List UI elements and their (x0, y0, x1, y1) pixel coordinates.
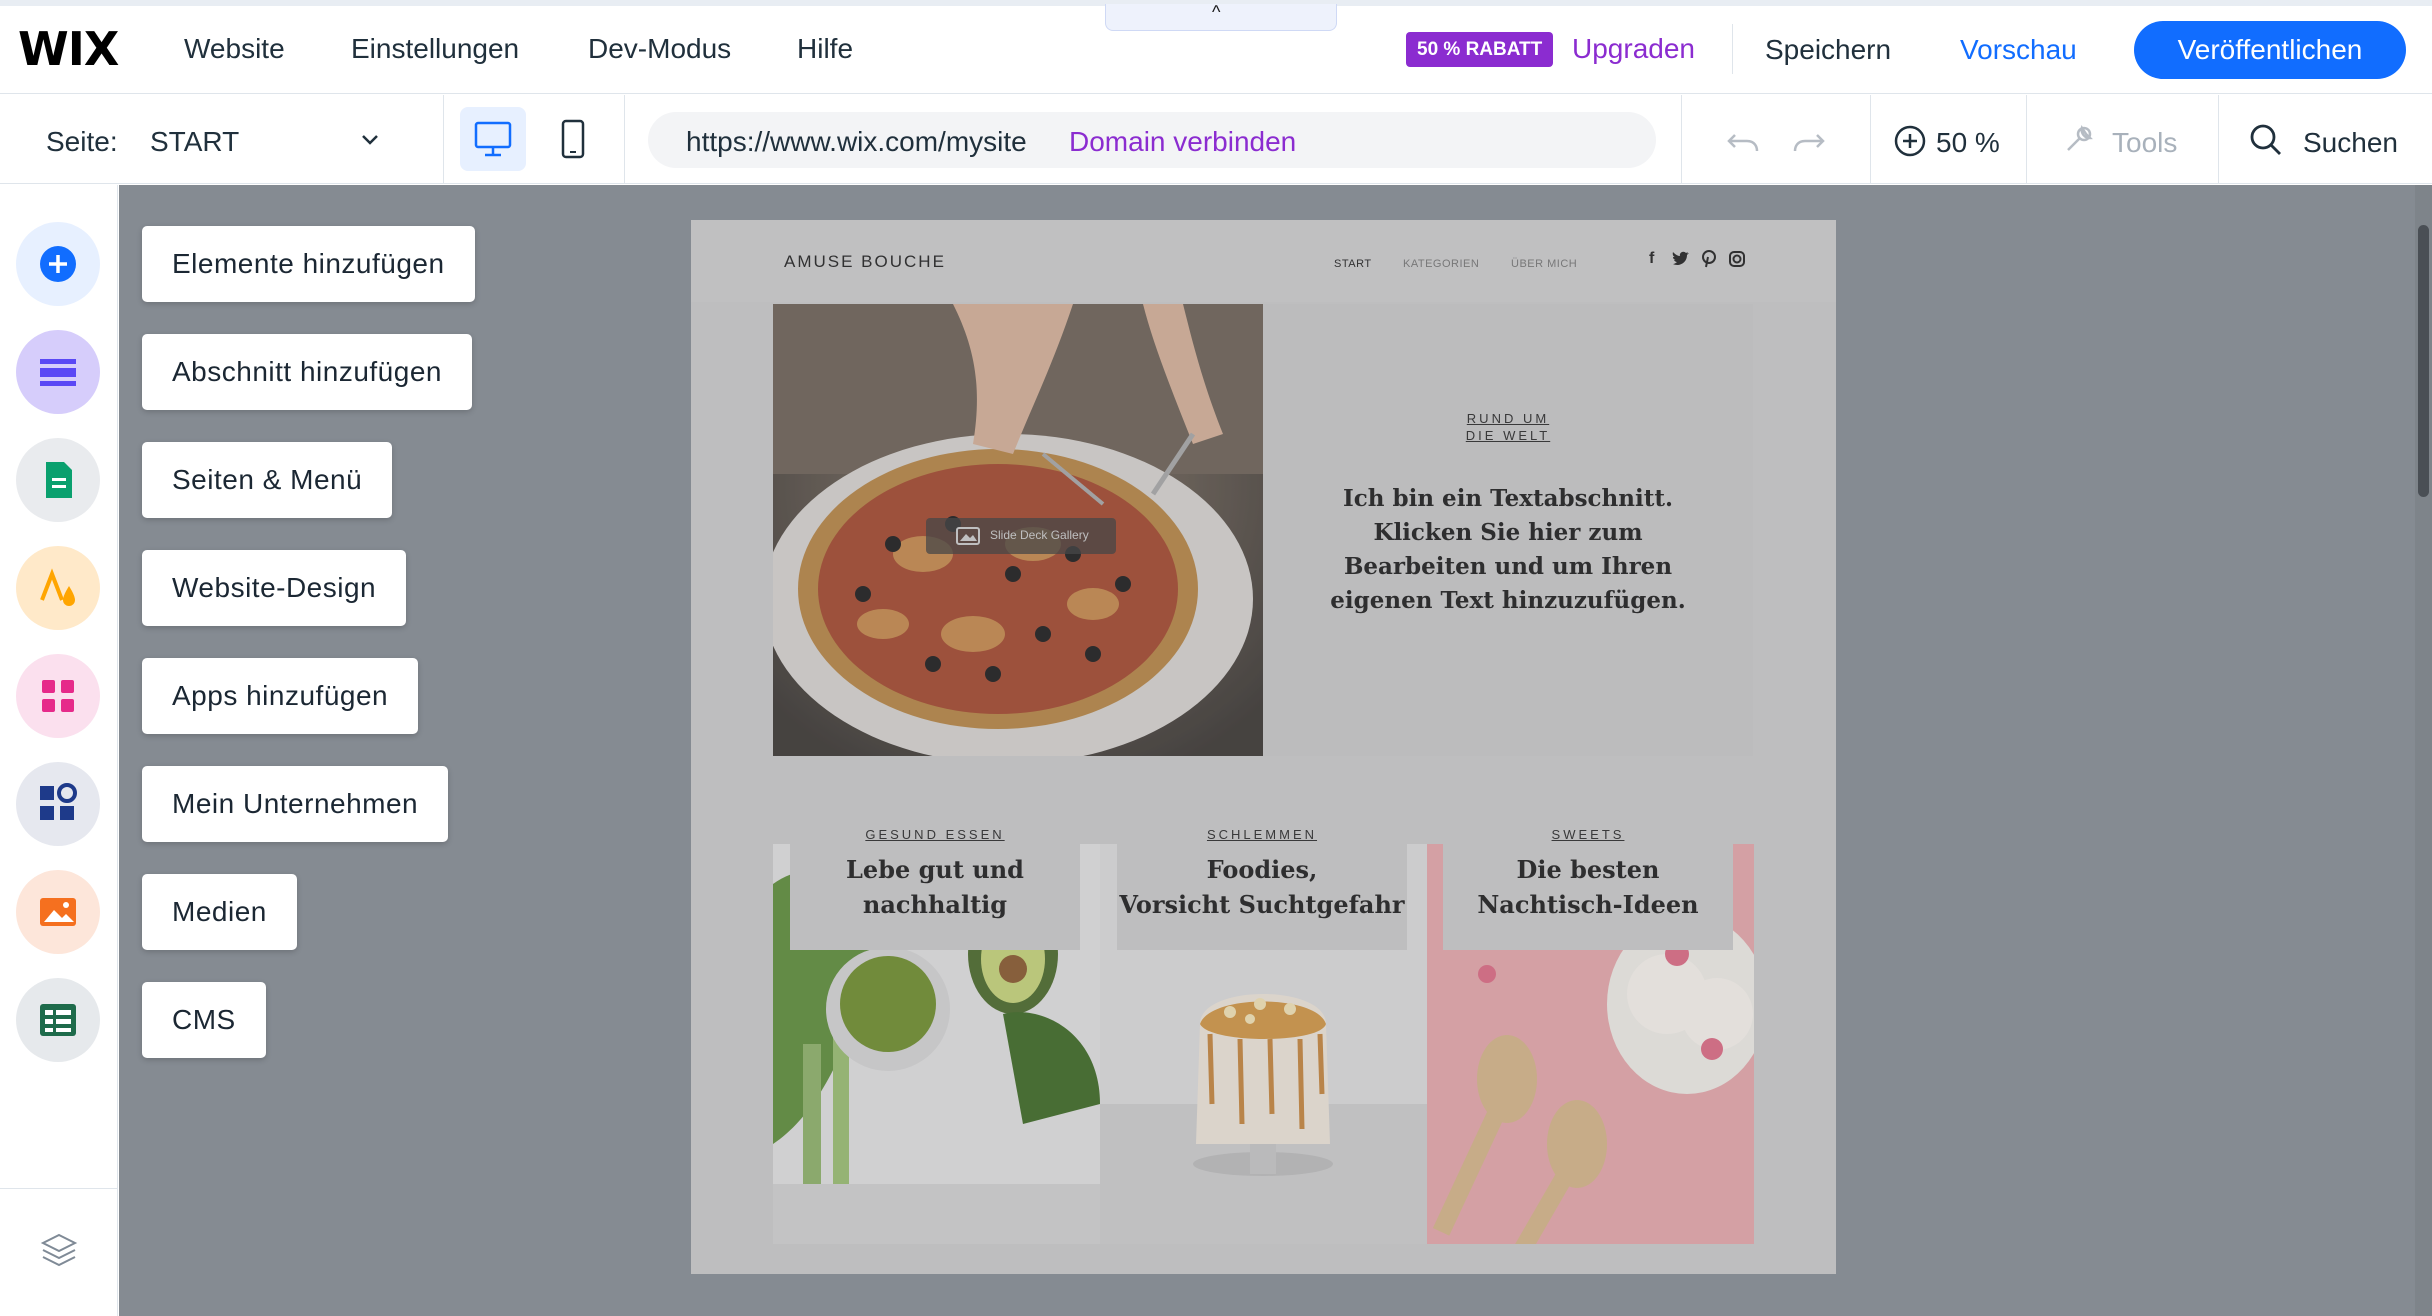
menu-website[interactable]: Website (184, 33, 285, 65)
card-healthy-eyebrow[interactable]: GESUND ESSEN (790, 827, 1080, 842)
menu-dev-mode[interactable]: Dev-Modus (588, 33, 731, 65)
twitter-icon[interactable] (1672, 251, 1690, 267)
top-bar: WIX Website Einstellungen Dev-Modus Hilf… (0, 0, 2432, 94)
card-feast-title-2[interactable]: Vorsicht Suchtgefahr (1117, 887, 1407, 922)
gallery-tag-label: Slide Deck Gallery (990, 528, 1089, 542)
divider (1681, 95, 1682, 184)
add-apps-button[interactable] (16, 654, 100, 738)
hero-eyebrow-line1[interactable]: RUND UM (1263, 411, 1753, 426)
url-bar[interactable]: https://www.wix.com/mysite Domain verbin… (648, 112, 1656, 168)
connect-domain-link[interactable]: Domain verbinden (1069, 126, 1296, 158)
divider (1732, 24, 1733, 74)
pages-menu-pill[interactable]: Seiten & Menü (142, 442, 393, 518)
add-apps-pill[interactable]: Apps hinzufügen (142, 658, 419, 734)
card-healthy-label[interactable]: GESUND ESSEN Lebe gut und nachhaltig (790, 802, 1080, 950)
site-nav-about[interactable]: ÜBER MICH (1511, 258, 1577, 270)
chevron-up-icon: ^ (1212, 2, 1221, 22)
site-url: https://www.wix.com/mysite (686, 126, 1027, 157)
wrench-icon[interactable] (2060, 122, 2096, 158)
redo-icon[interactable] (1789, 123, 1827, 157)
desktop-view-button[interactable] (460, 107, 526, 171)
plus-icon (40, 246, 76, 282)
chevron-down-icon[interactable] (355, 125, 385, 155)
card-sweets-title-2[interactable]: Nachtisch-Ideen (1443, 887, 1733, 922)
menu-settings[interactable]: Einstellungen (351, 33, 519, 65)
layers-panel-toggle[interactable] (0, 1188, 118, 1316)
card-feast-title-1[interactable]: Foodies, (1117, 852, 1407, 887)
divider (1870, 95, 1871, 184)
preview-button[interactable]: Vorschau (1960, 34, 2077, 66)
scrollbar-thumb[interactable] (2418, 225, 2429, 497)
upgrade-link[interactable]: Upgraden (1572, 33, 1695, 65)
desktop-icon (474, 121, 512, 157)
facebook-icon[interactable]: f (1649, 250, 1654, 268)
wix-logo[interactable]: WIX (18, 22, 119, 76)
my-business-button[interactable] (16, 762, 100, 846)
discount-badge[interactable]: 50 % RABATT (1406, 32, 1554, 67)
media-icon (40, 898, 76, 926)
pages-menu-button[interactable] (16, 438, 100, 522)
media-button[interactable] (16, 870, 100, 954)
site-nav-start[interactable]: START (1334, 258, 1372, 270)
card-sweets-title-1[interactable]: Die besten (1443, 852, 1733, 887)
instagram-icon[interactable] (1728, 250, 1746, 268)
hero-text-block[interactable]: RUND UM DIE WELT Ich bin ein Textabschni… (1263, 304, 1753, 756)
search-icon[interactable] (2248, 122, 2284, 158)
search-button[interactable]: Suchen (2303, 127, 2398, 159)
apps-icon (42, 680, 74, 712)
site-brand[interactable]: AMUSE BOUCHE (784, 252, 946, 272)
card-feast-label[interactable]: SCHLEMMEN Foodies, Vorsicht Suchtgefahr (1117, 802, 1407, 950)
hero-pizza-image[interactable]: Slide Deck Gallery (773, 304, 1263, 756)
add-section-button[interactable] (16, 330, 100, 414)
save-button[interactable]: Speichern (1765, 34, 1891, 66)
page-icon (46, 462, 72, 498)
divider (2026, 95, 2027, 184)
left-sidebar (0, 185, 118, 1316)
image-icon (956, 527, 980, 545)
cms-button[interactable] (16, 978, 100, 1062)
hero-eyebrow-line2[interactable]: DIE WELT (1263, 428, 1753, 443)
my-business-pill[interactable]: Mein Unternehmen (142, 766, 449, 842)
page-selector[interactable]: START (150, 126, 239, 158)
add-elements-pill[interactable]: Elemente hinzufügen (142, 226, 475, 302)
divider (443, 95, 444, 184)
zoom-level[interactable]: 50 % (1936, 127, 2000, 159)
cms-icon (40, 1004, 76, 1036)
add-section-pill[interactable]: Abschnitt hinzufügen (142, 334, 472, 410)
layers-icon (40, 1233, 78, 1267)
section-icon (40, 359, 76, 386)
divider (2218, 95, 2219, 184)
card-feast-eyebrow[interactable]: SCHLEMMEN (1117, 827, 1407, 842)
undo-icon[interactable] (1725, 123, 1763, 157)
mobile-view-button[interactable] (540, 107, 606, 171)
page-label: Seite: (46, 126, 118, 157)
website-design-button[interactable] (16, 546, 100, 630)
tools-button[interactable]: Tools (2112, 127, 2177, 159)
editor-toolbar: Seite: START https://www.wix.com/mysite … (0, 95, 2432, 184)
mobile-icon (561, 119, 585, 159)
cms-pill[interactable]: CMS (142, 982, 266, 1058)
card-healthy-title-1[interactable]: Lebe gut und (790, 852, 1080, 887)
slide-deck-gallery-tag[interactable]: Slide Deck Gallery (926, 518, 1116, 554)
business-icon (40, 783, 77, 820)
collapse-toolbar-button[interactable]: ^ (1105, 2, 1337, 31)
add-elements-button[interactable] (16, 222, 100, 306)
pinterest-icon[interactable] (1701, 250, 1717, 268)
design-icon (40, 568, 75, 606)
site-header: AMUSE BOUCHE START KATEGORIEN ÜBER MICH … (691, 220, 1836, 302)
site-preview[interactable]: AMUSE BOUCHE START KATEGORIEN ÜBER MICH … (691, 220, 1836, 1274)
card-healthy-title-2[interactable]: nachhaltig (790, 887, 1080, 922)
media-pill[interactable]: Medien (142, 874, 297, 950)
website-design-pill[interactable]: Website-Design (142, 550, 407, 626)
divider (624, 95, 625, 184)
publish-button[interactable]: Veröffentlichen (2134, 21, 2406, 79)
zoom-icon[interactable] (1893, 124, 1927, 158)
card-sweets-eyebrow[interactable]: SWEETS (1443, 827, 1733, 842)
hero-paragraph[interactable]: Ich bin ein Textabschnitt. Klicken Sie h… (1318, 482, 1698, 618)
card-sweets-label[interactable]: SWEETS Die besten Nachtisch-Ideen (1443, 802, 1733, 950)
menu-help[interactable]: Hilfe (797, 33, 853, 65)
site-nav-categories[interactable]: KATEGORIEN (1403, 258, 1479, 270)
